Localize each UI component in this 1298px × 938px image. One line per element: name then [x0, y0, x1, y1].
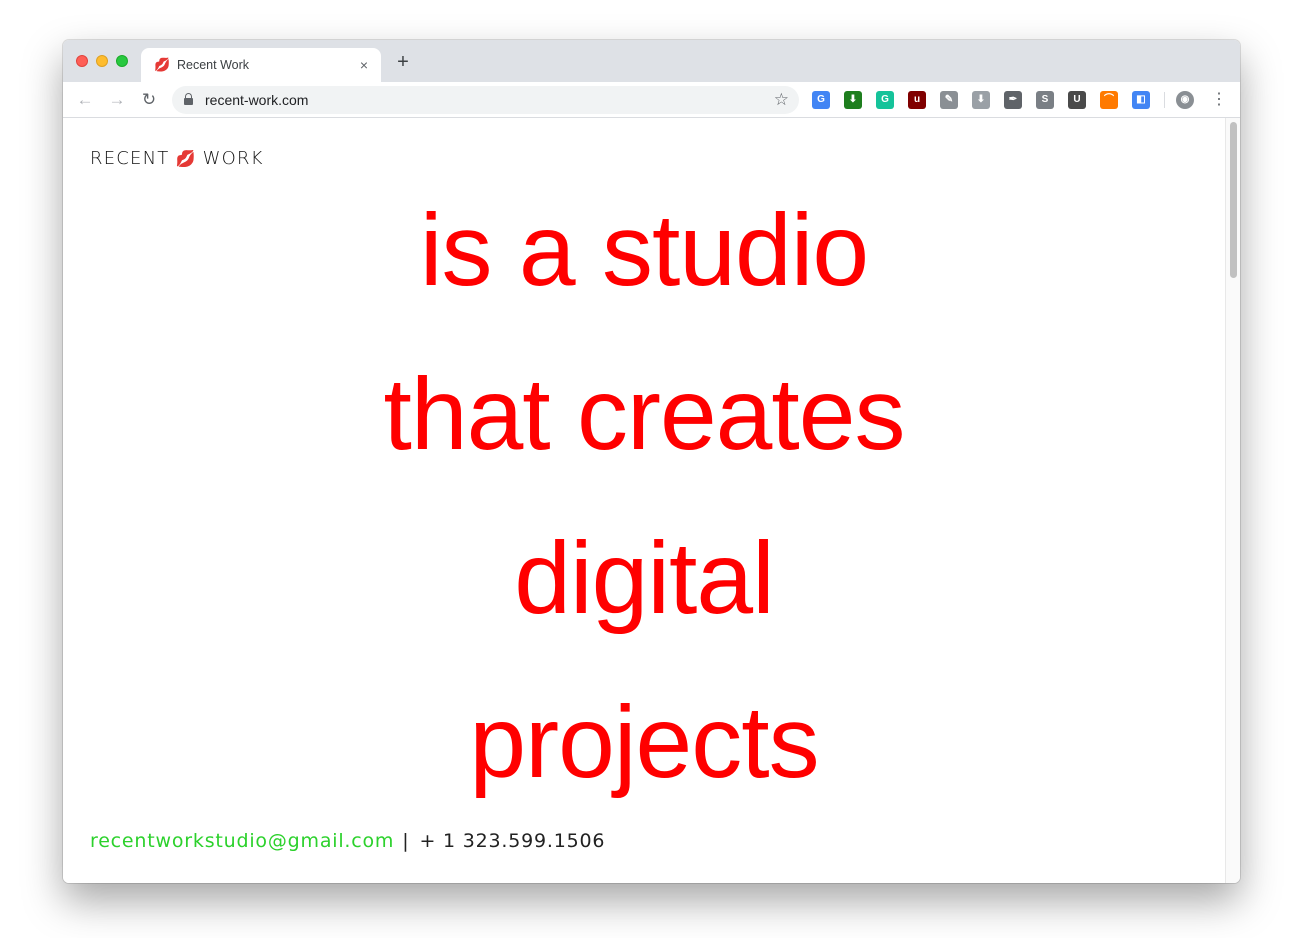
new-tab-button[interactable]: + — [393, 52, 413, 72]
site-logo[interactable]: RECENT 💋 WORK — [90, 148, 264, 169]
url-text[interactable]: recent-work.com — [205, 91, 308, 109]
bookmark-star-icon[interactable]: ☆ — [774, 89, 789, 111]
toolbar-divider — [1164, 92, 1165, 108]
pin-icon[interactable]: ✎ — [940, 91, 958, 109]
headline-line: is a studio — [419, 193, 869, 307]
title-bar: 💋 Recent Work × + — [63, 40, 1240, 82]
download-gray-icon[interactable]: ⬇ — [972, 91, 990, 109]
back-button[interactable]: ← — [74, 89, 96, 111]
lock-icon[interactable] — [184, 93, 193, 106]
pen-icon[interactable]: ✒ — [1004, 91, 1022, 109]
tab-recent-work[interactable]: 💋 Recent Work × — [141, 48, 381, 82]
headline-line: that creates — [383, 357, 906, 471]
email-link[interactable]: recentworkstudio@gmail.com — [90, 830, 394, 852]
logo-text-recent: RECENT — [90, 148, 170, 169]
scrollbar-thumb[interactable] — [1230, 122, 1237, 278]
ublock-icon[interactable]: u — [908, 91, 926, 109]
u-box-icon[interactable]: U — [1068, 91, 1086, 109]
hero-headline: is a studio that creates digital project… — [63, 168, 1225, 824]
vertical-scrollbar[interactable] — [1225, 118, 1240, 883]
devtools-icon[interactable]: ◧ — [1132, 91, 1150, 109]
phone-number[interactable]: + 1 323.599.1506 — [419, 830, 605, 852]
chrome-menu-button[interactable]: ⋮ — [1211, 90, 1227, 110]
browser-toolbar: ← → ↻ recent-work.com ☆ G ⬇ Gu ✎ ⬇ ✒ S U ⌒ ◧ ◉ ⋮ — [63, 82, 1240, 118]
reload-button[interactable]: ↻ — [138, 89, 160, 111]
browser-window: 💋 Recent Work × + ← → ↻ recent-work.com … — [63, 40, 1240, 883]
close-window-button[interactable] — [76, 55, 88, 67]
close-tab-icon[interactable]: × — [355, 56, 373, 74]
maximize-window-button[interactable] — [116, 55, 128, 67]
rainbow-icon[interactable]: ⌒ — [1100, 91, 1118, 109]
skype-icon[interactable]: S — [1036, 91, 1054, 109]
profile-icon[interactable]: ◉ — [1176, 91, 1194, 109]
logo-text-work: WORK — [202, 148, 264, 169]
headline-line: projects — [469, 685, 819, 799]
tab-title: Recent Work — [177, 58, 250, 72]
address-bar[interactable]: recent-work.com ☆ — [172, 86, 799, 114]
web-page: RECENT 💋 WORK is a studio that creates dig… — [63, 118, 1225, 883]
lips-icon: 💋 — [175, 149, 197, 168]
download-arrow-icon[interactable]: ⬇ — [844, 91, 862, 109]
lips-icon: 💋 — [154, 57, 171, 72]
headline-line: digital — [514, 521, 775, 635]
contact-footer: recentworkstudio@gmail.com | + 1 323.599.1… — [90, 830, 605, 852]
forward-button[interactable]: → — [106, 89, 128, 111]
minimize-window-button[interactable] — [96, 55, 108, 67]
footer-separator: | — [402, 830, 410, 852]
google-translate-icon[interactable]: G — [812, 91, 830, 109]
grammarly-icon[interactable]: G — [876, 91, 894, 109]
